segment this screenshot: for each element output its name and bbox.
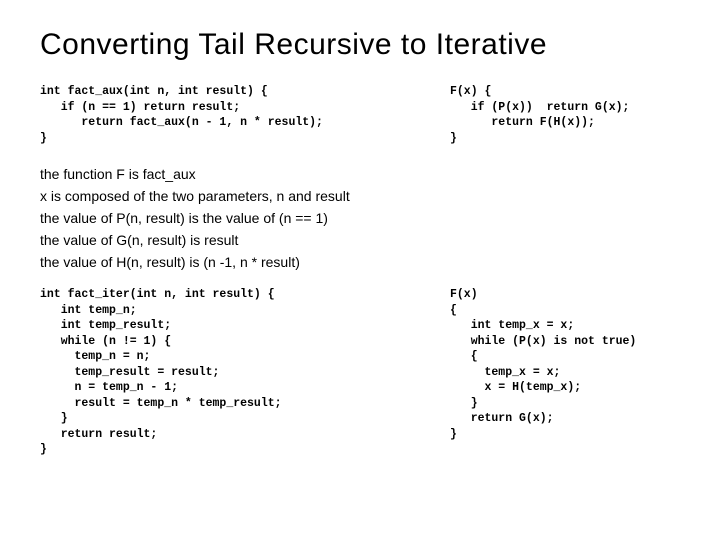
code-F-iterative: F(x) { int temp_x = x; while (P(x) is no… <box>450 287 680 442</box>
top-code-row: int fact_aux(int n, int result) { if (n … <box>40 84 680 146</box>
explanation-block: the function F is fact_aux x is composed… <box>40 164 680 273</box>
page-title: Converting Tail Recursive to Iterative <box>40 28 680 62</box>
code-fact-aux: int fact_aux(int n, int result) { if (n … <box>40 84 430 146</box>
explain-line-5: the value of H(n, result) is (n -1, n * … <box>40 252 680 273</box>
explain-line-3: the value of P(n, result) is the value o… <box>40 208 680 229</box>
explain-line-4: the value of G(n, result) is result <box>40 230 680 251</box>
explain-line-1: the function F is fact_aux <box>40 164 680 185</box>
explain-line-2: x is composed of the two parameters, n a… <box>40 186 680 207</box>
code-fact-iter: int fact_iter(int n, int result) { int t… <box>40 287 430 458</box>
code-F-recursive: F(x) { if (P(x)) return G(x); return F(H… <box>450 84 680 146</box>
bottom-code-row: int fact_iter(int n, int result) { int t… <box>40 287 680 458</box>
